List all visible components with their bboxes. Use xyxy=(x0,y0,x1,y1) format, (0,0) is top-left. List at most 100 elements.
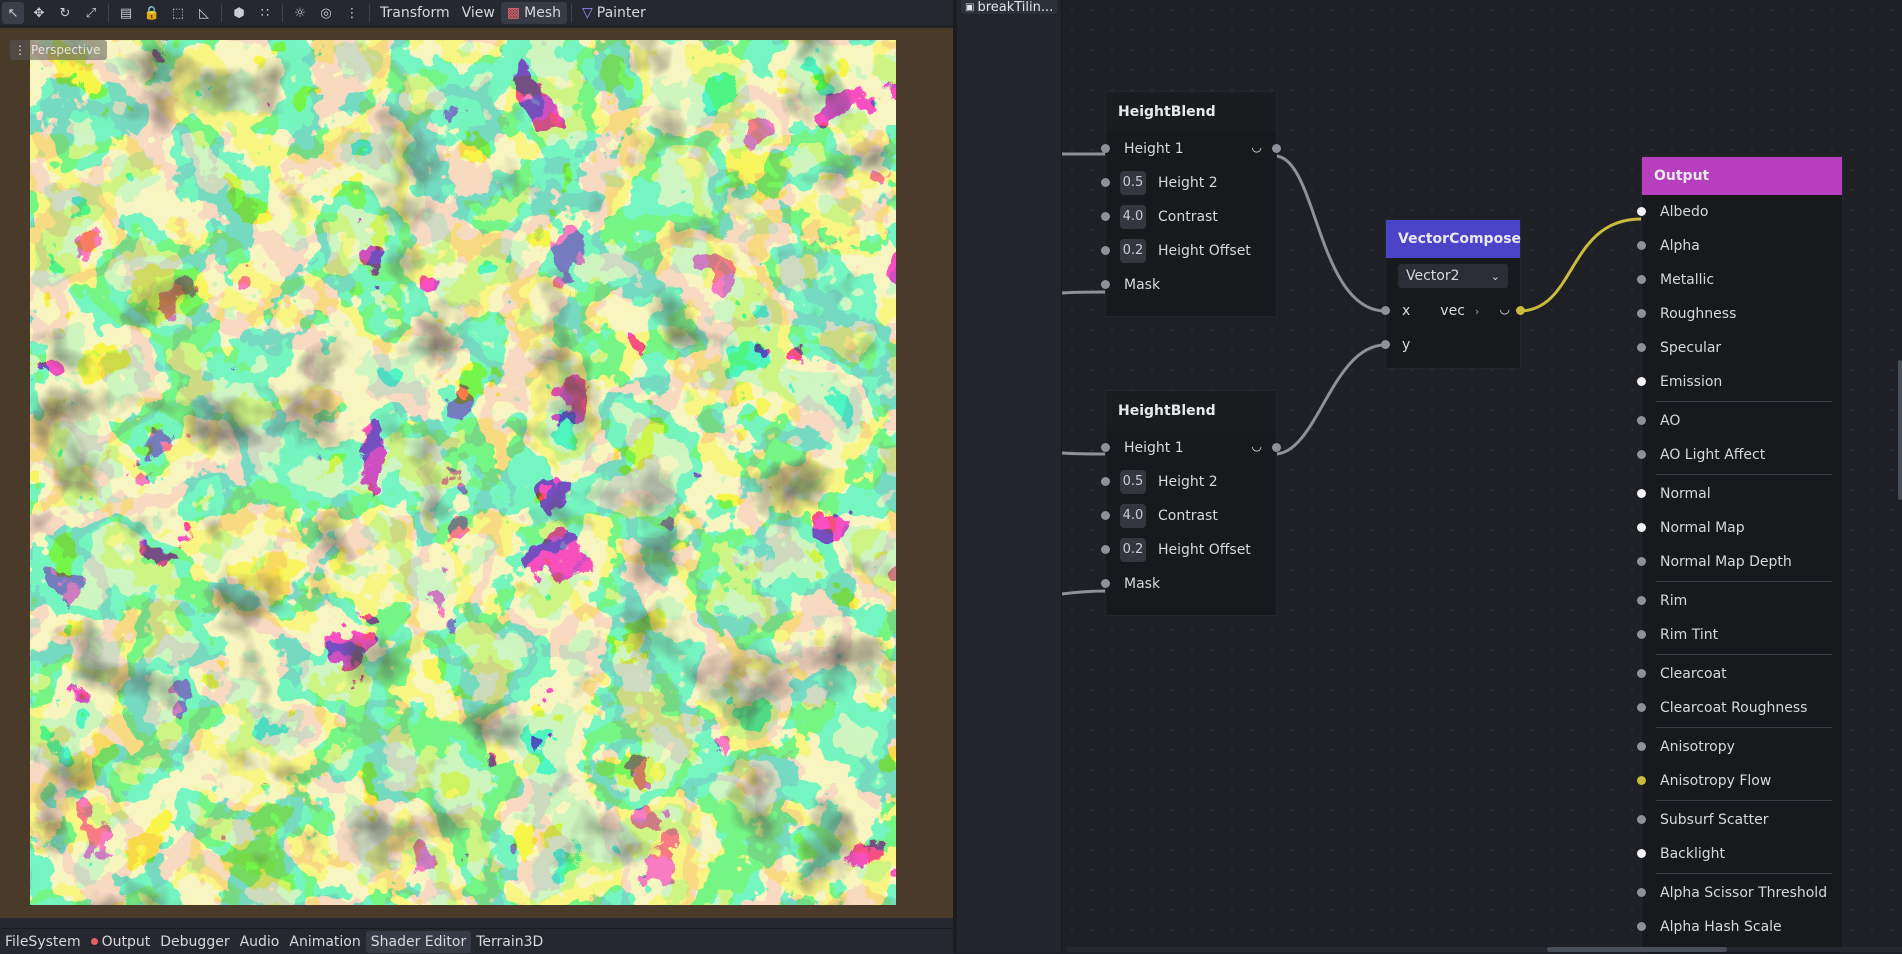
input-port[interactable] xyxy=(1637,815,1646,824)
move-icon[interactable]: ✥ xyxy=(28,2,50,24)
input-port[interactable] xyxy=(1101,280,1110,289)
contrast-value[interactable]: 4.0 xyxy=(1120,504,1146,528)
input-port[interactable] xyxy=(1637,669,1646,678)
tab-shader-editor[interactable]: Shader Editor xyxy=(365,930,472,953)
horizontal-scrollbar[interactable] xyxy=(1067,947,1902,952)
anisotropy-flow-label: Anisotropy Flow xyxy=(1660,773,1772,789)
input-port[interactable] xyxy=(1101,144,1110,153)
input-port[interactable] xyxy=(1637,275,1646,284)
painter-menu[interactable]: ▽ Painter xyxy=(576,2,652,24)
input-port[interactable] xyxy=(1381,340,1390,349)
viewport-toolbar: ↖ ✥ ↻ ⤢ ▤ 🔒 ⬚ ◺ ⬢ ∷ ☼ ◎ ⋮ Transform View… xyxy=(0,0,953,27)
input-port[interactable] xyxy=(1637,343,1646,352)
input-port[interactable] xyxy=(1101,579,1110,588)
toolbar-divider xyxy=(221,4,222,22)
chevron-down-icon[interactable]: ◡ xyxy=(1252,140,1262,154)
chevron-right-icon[interactable]: › xyxy=(1475,305,1479,318)
mesh-menu[interactable]: ▩ Mesh xyxy=(500,2,567,24)
tab-audio[interactable]: Audio xyxy=(235,931,285,953)
tab-terrain3d[interactable]: Terrain3D xyxy=(471,931,548,953)
sun-icon[interactable]: ☼ xyxy=(289,2,311,24)
input-port[interactable] xyxy=(1637,450,1646,459)
input-port[interactable] xyxy=(1637,703,1646,712)
input-port[interactable] xyxy=(1637,849,1646,858)
height2-row: 0.5 Height 2 xyxy=(1101,465,1276,499)
vector-type-select[interactable]: Vector2 ⌄ xyxy=(1398,264,1508,288)
wire-heightblend-bottom-to-y xyxy=(1274,343,1386,456)
normal-row: Normal xyxy=(1637,477,1842,511)
heightblend-node-bottom[interactable]: HeightBlend Height 1 ◡ 0.5 Height 2 4.0 … xyxy=(1101,390,1281,616)
height-offset-row: 0.2 Height Offset xyxy=(1101,533,1276,567)
input-port[interactable] xyxy=(1637,241,1646,250)
input-port[interactable] xyxy=(1101,178,1110,187)
input-port[interactable] xyxy=(1101,246,1110,255)
input-port[interactable] xyxy=(1637,377,1646,386)
node-title: HeightBlend xyxy=(1106,92,1276,132)
input-port[interactable] xyxy=(1637,630,1646,639)
section-divider xyxy=(1656,800,1832,801)
input-port[interactable] xyxy=(1101,212,1110,221)
output-port[interactable] xyxy=(1272,443,1281,452)
more-icon[interactable]: ⋮ xyxy=(341,2,363,24)
tab-debugger[interactable]: Debugger xyxy=(155,931,234,953)
tab-filesystem[interactable]: FileSystem xyxy=(0,931,86,953)
transform-menu[interactable]: Transform xyxy=(374,2,456,24)
output-port[interactable] xyxy=(1272,144,1281,153)
input-port[interactable] xyxy=(1637,309,1646,318)
section-divider xyxy=(1656,401,1832,402)
input-port[interactable] xyxy=(1101,511,1110,520)
input-port[interactable] xyxy=(1101,443,1110,452)
mask-row: Mask xyxy=(1101,268,1276,302)
input-port[interactable] xyxy=(1637,416,1646,425)
input-port[interactable] xyxy=(1637,888,1646,897)
select-icon[interactable]: ↖ xyxy=(2,2,24,24)
scrollbar-thumb[interactable] xyxy=(1547,947,1727,952)
anisotropy-flow-row: Anisotropy Flow xyxy=(1637,764,1842,798)
input-port[interactable] xyxy=(1637,776,1646,785)
height-offset-value[interactable]: 0.2 xyxy=(1120,239,1146,263)
contrast-value[interactable]: 4.0 xyxy=(1120,205,1146,229)
perspective-button[interactable]: ⋮ Perspective xyxy=(10,40,107,60)
input-port[interactable] xyxy=(1381,306,1390,315)
group-icon[interactable]: ⬚ xyxy=(167,2,189,24)
height-offset-value[interactable]: 0.2 xyxy=(1120,538,1146,562)
input-port[interactable] xyxy=(1637,922,1646,931)
normal-label: Normal xyxy=(1660,486,1711,502)
toolbar-divider xyxy=(108,4,109,22)
chevron-down-icon[interactable]: ◡ xyxy=(1252,439,1262,453)
view-menu[interactable]: View xyxy=(456,2,501,24)
section-divider xyxy=(1656,474,1832,475)
globe-icon[interactable]: ◎ xyxy=(315,2,337,24)
input-port[interactable] xyxy=(1637,596,1646,605)
chevron-down-icon[interactable]: ◡ xyxy=(1500,302,1510,316)
vertical-scrollbar[interactable] xyxy=(1898,360,1902,500)
output-node[interactable]: Output Albedo Alpha Metallic Roughness S… xyxy=(1637,156,1843,953)
height2-value[interactable]: 0.5 xyxy=(1120,171,1146,195)
mask-row: Mask xyxy=(1101,567,1276,601)
input-port[interactable] xyxy=(1637,742,1646,751)
height2-value[interactable]: 0.5 xyxy=(1120,470,1146,494)
rotate-icon[interactable]: ↻ xyxy=(54,2,76,24)
tab-animation[interactable]: Animation xyxy=(284,931,365,953)
snap-icon[interactable]: ∷ xyxy=(254,2,276,24)
cube-icon[interactable]: ⬢ xyxy=(228,2,250,24)
mask-label: Mask xyxy=(1124,277,1161,293)
tab-output[interactable]: Output xyxy=(86,931,156,953)
height1-label: Height 1 xyxy=(1124,440,1184,456)
vector-type-value: Vector2 xyxy=(1406,268,1460,284)
input-port[interactable] xyxy=(1637,523,1646,532)
input-port[interactable] xyxy=(1101,545,1110,554)
lock-icon[interactable]: 🔒 xyxy=(141,2,163,24)
scale-icon[interactable]: ⤢ xyxy=(80,2,102,24)
texture-preview[interactable] xyxy=(30,40,896,905)
angle-icon[interactable]: ◺ xyxy=(193,2,215,24)
input-port[interactable] xyxy=(1637,207,1646,216)
vectorcompose-node[interactable]: VectorCompose Vector2 ⌄ x vec › ◡ y xyxy=(1381,219,1525,369)
input-port[interactable] xyxy=(1637,557,1646,566)
output-port[interactable] xyxy=(1516,306,1525,315)
ruler-icon[interactable]: ▤ xyxy=(115,2,137,24)
input-port[interactable] xyxy=(1637,489,1646,498)
wire-in-height1-bottom xyxy=(1061,451,1108,456)
input-port[interactable] xyxy=(1101,477,1110,486)
heightblend-node-top[interactable]: HeightBlend Height 1 ◡ 0.5 Height 2 4.0 … xyxy=(1101,91,1281,317)
